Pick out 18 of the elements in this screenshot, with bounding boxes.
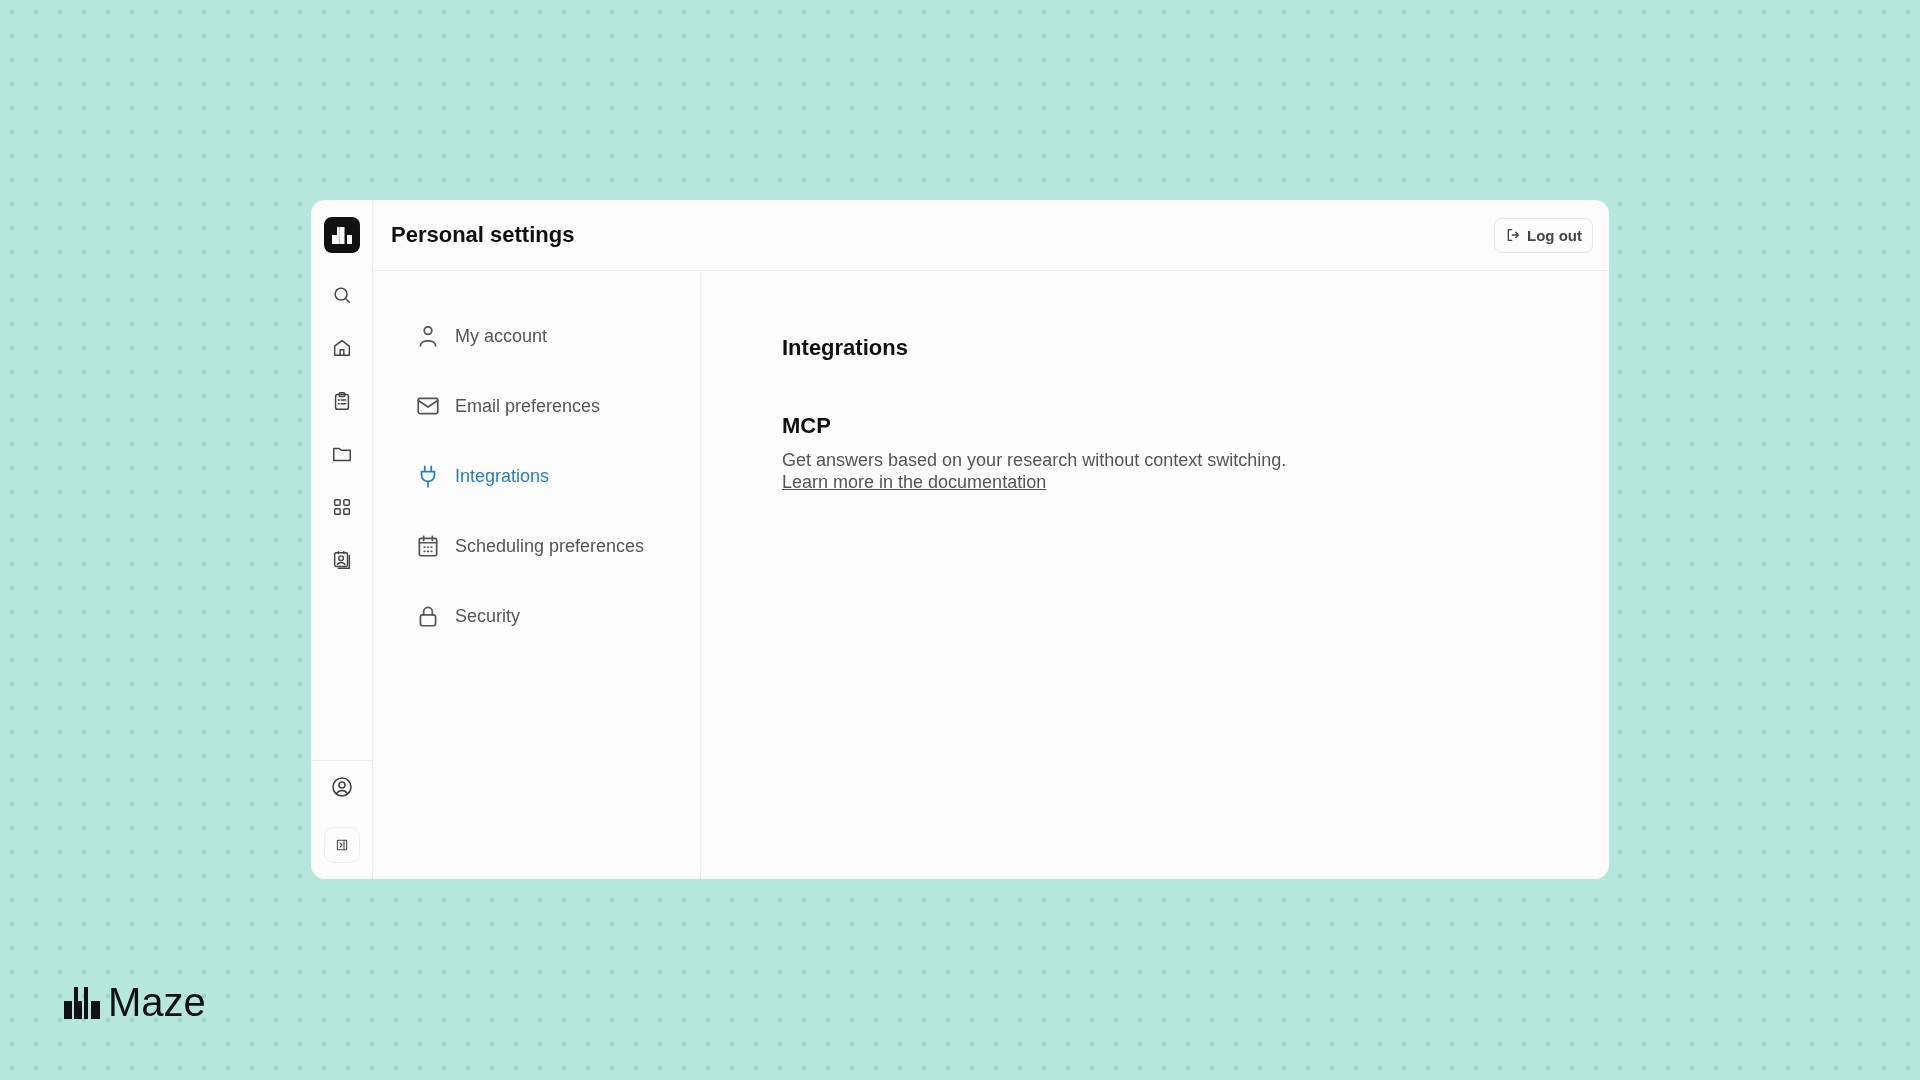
- logout-button[interactable]: Log out: [1494, 217, 1593, 253]
- rail-button[interactable]: [323, 827, 360, 863]
- calendar-icon: [415, 533, 441, 559]
- integration-description: Get answers based on your research without context switching. Learn more in the documentation: [782, 449, 1288, 493]
- settings-nav-item[interactable]: Security: [415, 581, 700, 651]
- section-title: Integrations: [782, 335, 909, 361]
- documentation-link[interactable]: Learn more in the documentation: [782, 472, 1047, 492]
- app-logo-icon[interactable]: [323, 217, 360, 253]
- brand-logo-icon: [64, 986, 100, 1019]
- user-circle-icon: [329, 775, 354, 799]
- settings-nav-item[interactable]: My account: [415, 301, 700, 371]
- page-title: Personal settings: [391, 222, 575, 248]
- brand-name: Maze: [108, 980, 206, 1025]
- settings-nav-item[interactable]: Scheduling preferences: [415, 511, 700, 581]
- integration-title: MCP: [782, 413, 832, 439]
- logout-icon: [1505, 227, 1521, 243]
- settings-nav-item[interactable]: Integrations: [415, 441, 700, 511]
- settings-nav-item[interactable]: Email preferences: [415, 371, 700, 441]
